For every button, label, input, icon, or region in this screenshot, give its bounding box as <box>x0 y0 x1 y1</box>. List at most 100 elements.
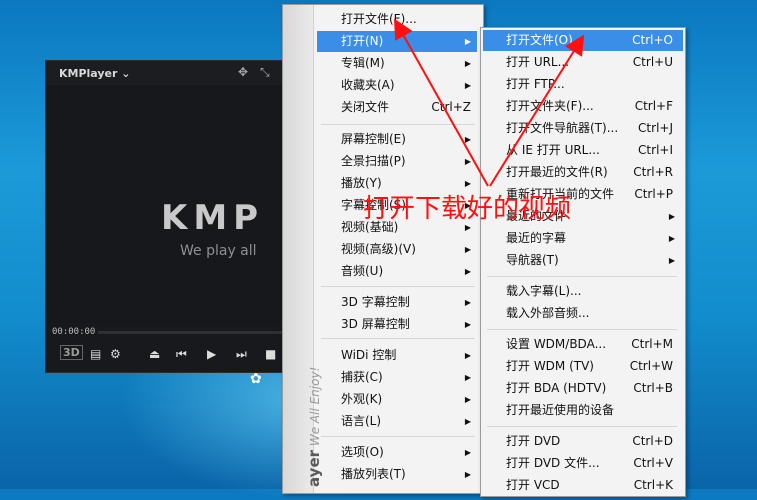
menu-item[interactable]: 选项(O) ▶ <box>317 442 477 463</box>
submenu-item[interactable]: 载入外部音频... <box>483 303 683 324</box>
menu-item[interactable]: 专辑(M) ▶ <box>317 53 477 74</box>
menu-item[interactable]: 捕获(C) ▶ <box>317 367 477 388</box>
menu-item[interactable]: 屏幕控制(E) ▶ <box>317 129 477 150</box>
submenu-arrow-icon: ▶ <box>464 37 471 46</box>
submenu-item[interactable]: 打开 DVD 文件... Ctrl+V <box>483 453 683 474</box>
submenu-item[interactable]: 打开 DVD Ctrl+D <box>483 431 683 452</box>
menu-separator <box>321 338 475 339</box>
submenu-arrow-icon: ▶ <box>464 298 471 307</box>
submenu-arrow-icon: ▶ <box>464 448 471 457</box>
submenu-item[interactable]: 打开 BDA (HDTV) Ctrl+B <box>483 378 683 399</box>
play-icon[interactable]: ▶ <box>207 347 216 361</box>
menu-item-label: 外观(K) <box>341 392 383 406</box>
kmp-tagline: We play all <box>180 243 257 259</box>
menu-item-shortcut: Ctrl+Z <box>431 100 471 114</box>
menu-item[interactable]: 打开文件(F)... <box>317 9 477 30</box>
menu-item[interactable]: 收藏夹(A) ▶ <box>317 75 477 96</box>
submenu-item[interactable]: 最近的字幕 ▶ <box>483 228 683 249</box>
submenu-arrow-icon: ▶ <box>464 373 471 382</box>
submenu-item[interactable]: 打开 URL... Ctrl+U <box>483 52 683 73</box>
submenu-item[interactable]: 打开文件导航器(T)... Ctrl+J <box>483 118 683 139</box>
seek-bar[interactable] <box>98 331 289 334</box>
3d-button[interactable]: 3D <box>60 345 83 360</box>
submenu-item[interactable]: 设置 WDM/BDA... Ctrl+M <box>483 334 683 355</box>
submenu-item[interactable]: 打开最近使用的设备 <box>483 400 683 421</box>
submenu-item-shortcut: Ctrl+W <box>629 359 673 373</box>
submenu-arrow-icon: ▶ <box>464 470 471 479</box>
submenu-arrow-icon: ▶ <box>668 212 675 221</box>
submenu-item[interactable]: 打开文件(O)... Ctrl+O <box>483 30 683 51</box>
submenu-item[interactable]: 从 IE 打开 URL... Ctrl+I <box>483 140 683 161</box>
menu-separator <box>321 286 475 287</box>
menu-item[interactable]: 打开(N) ▶ <box>317 31 477 52</box>
submenu-item-shortcut: Ctrl+B <box>633 381 673 395</box>
submenu-item-shortcut: Ctrl+P <box>634 187 673 201</box>
menu-item-label: 全景扫描(P) <box>341 154 406 168</box>
kmplayer-title[interactable]: KMPlayer ⌄ <box>59 67 131 80</box>
submenu-item-label: 打开文件(O)... <box>506 33 585 47</box>
submenu-arrow-icon: ▶ <box>464 59 471 68</box>
menu-item-label: 音频(U) <box>341 264 384 278</box>
submenu-item-label: 导航器(T) <box>506 253 559 267</box>
kmplayer-window: KMPlayer ⌄ ✥ ⤡ KMP We play all 00:00:00 … <box>45 60 290 373</box>
time-display: 00:00:00 <box>52 327 96 337</box>
next-icon[interactable]: ⏭ <box>236 347 247 362</box>
submenu-item-label: 打开文件导航器(T)... <box>506 121 619 135</box>
menu-item[interactable]: 视频(高级)(V) ▶ <box>317 239 477 260</box>
kmp-logo: KMP <box>161 198 265 238</box>
menu-item-label: 播放列表(T) <box>341 467 406 481</box>
submenu-item-label: 打开 WDM (TV) <box>506 359 594 373</box>
menu-separator <box>321 124 475 125</box>
menu-item[interactable]: WiDi 控制 ▶ <box>317 345 477 366</box>
menu-item[interactable]: 全景扫描(P) ▶ <box>317 151 477 172</box>
submenu-item-shortcut: Ctrl+R <box>633 165 673 179</box>
previous-icon[interactable]: ⏮ <box>176 347 187 362</box>
submenu-arrow-icon: ▶ <box>464 81 471 90</box>
playlist-icon[interactable]: ▤ <box>90 347 101 361</box>
stop-icon[interactable]: ■ <box>265 347 276 361</box>
submenu-item[interactable]: 载入字幕(L)... <box>483 281 683 302</box>
eject-icon[interactable]: ⏏ <box>149 347 160 361</box>
submenu-item-label: 载入字幕(L)... <box>506 284 582 298</box>
kmplayer-titlebar[interactable]: KMPlayer ⌄ ✥ ⤡ <box>46 61 289 85</box>
submenu-item-label: 打开最近使用的设备 <box>506 403 615 417</box>
menu-item-label: 捕获(C) <box>341 370 383 384</box>
menu-separator <box>321 436 475 437</box>
submenu-separator <box>487 276 677 277</box>
menu-item[interactable]: 外观(K) ▶ <box>317 389 477 410</box>
open-submenu: 打开文件(O)... Ctrl+O 打开 URL... Ctrl+U 打开 FTP...… <box>480 27 686 497</box>
annotation-text: 打开下载好的视频 <box>363 194 572 224</box>
minimize-icon[interactable]: ⤡ <box>260 65 270 80</box>
submenu-item-label: 打开 FTP... <box>506 77 565 91</box>
submenu-item[interactable]: 导航器(T) ▶ <box>483 250 683 271</box>
submenu-separator <box>487 329 677 330</box>
menu-item[interactable]: 关闭文件 Ctrl+Z <box>317 97 477 118</box>
menu-side-banner: ayer We All Enjoy! <box>283 5 323 493</box>
submenu-item-shortcut: Ctrl+I <box>638 143 673 157</box>
submenu-item[interactable]: 打开 VCD Ctrl+K <box>483 475 683 496</box>
menu-item[interactable]: 播放列表(T) ▶ <box>317 464 477 485</box>
submenu-arrow-icon: ▶ <box>464 417 471 426</box>
submenu-item[interactable]: 打开最近的文件(R) Ctrl+R <box>483 162 683 183</box>
menu-item[interactable]: 3D 字幕控制 ▶ <box>317 292 477 313</box>
submenu-item-shortcut: Ctrl+J <box>638 121 673 135</box>
menu-item-label: 收藏夹(A) <box>341 78 395 92</box>
menu-item[interactable]: 语言(L) ▶ <box>317 411 477 432</box>
submenu-item-label: 打开 DVD 文件... <box>506 456 600 470</box>
menu-item-label: 3D 字幕控制 <box>341 295 410 309</box>
submenu-item[interactable]: 打开 FTP... <box>483 74 683 95</box>
menu-item-label: 打开(N) <box>341 34 384 48</box>
submenu-item-shortcut: Ctrl+M <box>631 337 673 351</box>
submenu-item-label: 打开文件夹(F)... <box>506 99 594 113</box>
menu-item[interactable]: 3D 屏幕控制 ▶ <box>317 314 477 335</box>
submenu-item-label: 打开 BDA (HDTV) <box>506 381 607 395</box>
pin-icon[interactable]: ✥ <box>238 65 248 79</box>
menu-item-label: 选项(O) <box>341 445 384 459</box>
submenu-item-shortcut: Ctrl+F <box>634 99 673 113</box>
submenu-item[interactable]: 打开文件夹(F)... Ctrl+F <box>483 96 683 117</box>
submenu-arrow-icon: ▶ <box>464 267 471 276</box>
settings-gear-icon[interactable]: ⚙ <box>110 347 121 361</box>
submenu-item[interactable]: 打开 WDM (TV) Ctrl+W <box>483 356 683 377</box>
video-area[interactable]: KMP We play all <box>46 85 289 325</box>
menu-item[interactable]: 音频(U) ▶ <box>317 261 477 282</box>
